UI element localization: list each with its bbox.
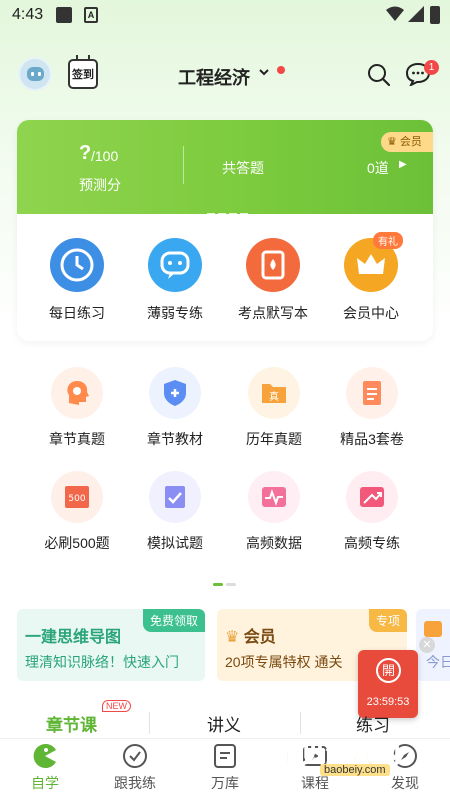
nav-question-bank[interactable]: 万库	[190, 743, 260, 793]
quick-member-center[interactable]: 会员中心	[321, 238, 421, 323]
grid-must-do-500[interactable]: 500 必刷500题	[27, 471, 127, 553]
avatar[interactable]	[18, 57, 52, 91]
score-max: /100	[91, 148, 119, 164]
countdown-time: 23:59:53	[366, 696, 410, 708]
document-icon	[346, 367, 398, 419]
promo-title: ♛ 会员	[225, 623, 276, 647]
grid-high-freq-data[interactable]: 高频数据	[224, 471, 324, 553]
grid-label: 章节教材	[147, 431, 203, 447]
crown-icon: ♛	[225, 629, 244, 646]
avatar-eye-left	[31, 72, 34, 76]
svg-text:真: 真	[269, 390, 279, 403]
grid-label: 高频数据	[246, 535, 302, 551]
signal-icon	[408, 6, 424, 22]
list-box-icon	[212, 743, 238, 769]
grid-premium-papers[interactable]: 精品3套卷	[322, 367, 422, 449]
nav-label: 跟我练	[114, 775, 156, 791]
quick-daily-practice[interactable]: 每日练习	[27, 238, 127, 323]
wifi-icon	[386, 6, 404, 21]
keyboard-icon: A	[84, 7, 98, 23]
promo-title-text: 会员	[243, 629, 276, 646]
folder-icon: 真	[248, 367, 300, 419]
grid-label: 高频专练	[344, 535, 400, 551]
quick-label: 薄弱专练	[147, 305, 203, 321]
promo-subtitle: 理清知识脉络！快速入门	[25, 654, 179, 670]
grid-label: 精品3套卷	[340, 431, 404, 447]
status-bar: 4:43 A	[0, 0, 450, 32]
quick-label: 会员中心	[343, 305, 399, 321]
chevron-right-icon: ▶	[399, 159, 407, 170]
nav-self-study[interactable]: 自学	[10, 743, 80, 793]
shield-icon	[149, 367, 201, 419]
chat-bubble-icon	[148, 238, 202, 292]
grid-high-freq-practice[interactable]: 高频专练	[322, 471, 422, 553]
nav-label: 自学	[31, 775, 59, 791]
quick-dictation-book[interactable]: 考点默写本	[223, 238, 323, 323]
gear-head-icon	[51, 367, 103, 419]
grid-label: 章节真题	[49, 431, 105, 447]
promo-mindmap[interactable]: 一建思维导图 理清知识脉络！快速入门 免费领取	[17, 609, 205, 681]
banner-page-indicator	[207, 202, 251, 220]
avatar-face	[27, 67, 44, 81]
grid-label: 模拟试题	[147, 535, 203, 551]
nav-practice-with-me[interactable]: 跟我练	[100, 743, 170, 793]
score-banner[interactable]: ? /100 预测分 共答题 0道 ▶ ♛ 会员	[17, 120, 433, 215]
clock-icon	[50, 238, 104, 292]
pacman-icon	[32, 743, 58, 769]
status-time: 4:43	[12, 6, 44, 23]
notebook-icon	[246, 238, 300, 292]
grid-mock-exams[interactable]: 模拟试题	[125, 471, 225, 553]
divider	[183, 146, 184, 184]
search-icon[interactable]	[367, 63, 391, 87]
open-label: 開	[376, 658, 401, 683]
new-badge: NEW	[102, 700, 131, 712]
quick-weak-practice[interactable]: 薄弱专练	[125, 238, 225, 323]
check-circle-icon	[122, 743, 148, 769]
total-answered-label: 共答题	[222, 160, 264, 176]
nav-label: 万库	[211, 775, 239, 791]
total-answered-value: 0道	[367, 160, 389, 176]
tab-handouts[interactable]: 讲义	[207, 711, 241, 736]
notification-icon	[56, 7, 72, 23]
chevron-down-icon[interactable]	[258, 66, 270, 78]
avatar-eye-right	[38, 72, 41, 76]
gift-tag: 有礼	[373, 232, 403, 249]
grid-page-indicator	[213, 573, 239, 591]
watermark-url: baobeiy.com	[320, 764, 390, 776]
battery-icon	[430, 6, 440, 24]
score-card: ? /100 预测分 共答题 0道 ▶ ♛ 会员 每日练习 薄弱专练 考点默写本…	[17, 120, 433, 341]
subject-selector[interactable]: 工程经济	[178, 64, 250, 90]
trend-up-icon	[346, 471, 398, 523]
tab-separator	[149, 712, 150, 734]
subject-red-dot	[277, 66, 285, 74]
vip-tag-label: 会员	[399, 136, 422, 148]
grid-label: 必刷500题	[44, 535, 110, 551]
promo-tag: 专项	[368, 609, 407, 632]
watermark: 宝贝游戏网 baobeiy.com	[268, 730, 428, 790]
promo-subtitle: 20项专属特权 通关	[225, 654, 343, 670]
grid-label: 历年真题	[246, 431, 302, 447]
promo-subtitle: 今日	[426, 654, 450, 670]
checklist-icon	[149, 471, 201, 523]
grid-chapter-exams[interactable]: 章节真题	[27, 367, 127, 449]
score-value: ?	[79, 142, 92, 164]
vip-tag[interactable]: ♛ 会员	[381, 132, 433, 152]
pulse-chart-icon	[248, 471, 300, 523]
promo-tag: 免费领取	[142, 609, 205, 632]
message-badge: 1	[424, 60, 439, 75]
promo-title: 一建思维导图	[25, 629, 122, 646]
floating-timer[interactable]: 開 23:59:53	[358, 650, 418, 718]
close-icon[interactable]: ✕	[419, 637, 435, 653]
grid-past-exams[interactable]: 真 历年真题	[224, 367, 324, 449]
checkin-button[interactable]: 签到	[68, 55, 98, 89]
score-label: 预测分	[79, 177, 121, 193]
grid-chapter-textbook[interactable]: 章节教材	[125, 367, 225, 449]
book-500-text: 500	[68, 494, 85, 504]
tab-chapter-course[interactable]: 章节课	[46, 711, 97, 736]
book-500-icon: 500	[51, 471, 103, 523]
quick-label: 考点默写本	[238, 305, 308, 321]
calendar-check-icon	[424, 621, 442, 637]
quick-label: 每日练习	[49, 305, 105, 321]
